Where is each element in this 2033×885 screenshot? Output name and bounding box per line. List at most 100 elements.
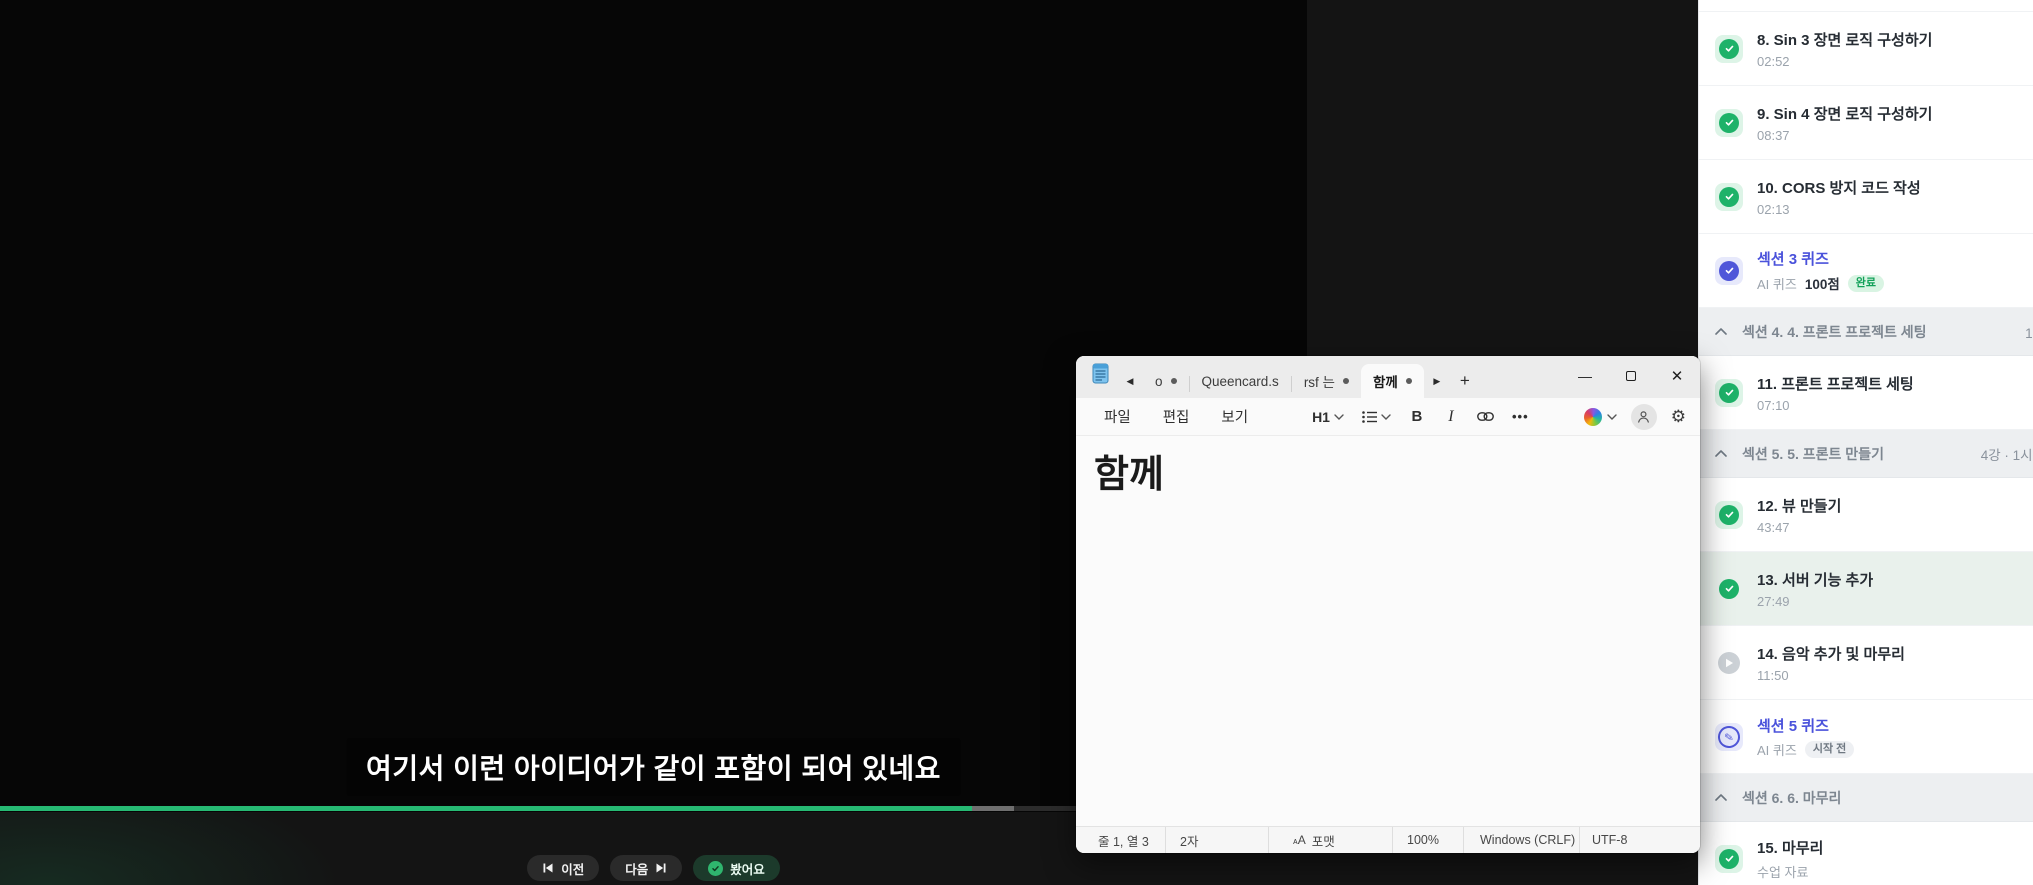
play-icon [1715, 649, 1743, 677]
menu-view[interactable]: 보기 [1207, 400, 1262, 433]
section-header[interactable]: 섹션 4. 4. 프론트 프로젝트 세팅 1강 [1699, 308, 2033, 356]
tab[interactable]: o [1143, 364, 1189, 398]
lecture-duration: 수업 자료 [1757, 864, 1809, 880]
lecture-duration: 43:47 [1757, 519, 1790, 535]
lecture-row[interactable]: 13. 서버 기능 추가 27:49 [1699, 552, 2033, 626]
lecture-title: 8. Sin 3 장면 로직 구성하기 [1757, 31, 1933, 49]
tab[interactable]: Queencard.s [1190, 364, 1291, 398]
tab-active[interactable]: 함께 [1360, 364, 1424, 398]
quiz-pencil-icon: ✎ [1715, 722, 1743, 751]
lecture-row[interactable]: 14. 음악 추가 및 마무리 11:50 [1699, 626, 2033, 700]
section-meta: 1강 [2025, 325, 2033, 341]
lecture-title: 10. CORS 방지 코드 작성 [1757, 179, 1921, 197]
statusbar-segment: 줄 1, 열 3 [1076, 827, 1166, 853]
lecture-title: 11. 프론트 프로젝트 세팅 [1757, 375, 1914, 393]
account-icon[interactable] [1630, 403, 1657, 430]
tab-scroll-left-icon[interactable]: ◀ [1117, 364, 1143, 398]
completed-check-icon [1715, 500, 1743, 529]
section-header[interactable]: 섹션 6. 6. 마무리 [1699, 774, 2033, 822]
quiz-check-icon [1715, 256, 1743, 285]
tab[interactable]: rsf 는 [1292, 364, 1361, 398]
close-button[interactable]: ✕ [1654, 356, 1700, 396]
menu-edit[interactable]: 편집 [1149, 400, 1204, 433]
screen: 여기서 이런 아이디어가 같이 포함이 되어 있네요 이전 다음 봤어요 8. … [0, 0, 2033, 885]
lecture-duration: 11:50 [1757, 667, 1789, 683]
quiz-row[interactable]: 섹션 3 퀴즈 AI 퀴즈 100점 완료 [1699, 234, 2033, 308]
lecture-row[interactable]: 11. 프론트 프로젝트 세팅 07:10 [1699, 356, 2033, 430]
tab-scroll-right-icon[interactable]: ▶ [1424, 364, 1450, 398]
unsaved-dot-icon [1342, 378, 1349, 384]
player-controls: 이전 다음 봤어요 [0, 855, 1307, 881]
tab-strip: o Queencard.s rsf 는 함께 [1143, 364, 1424, 398]
notepad-window: ◀ o Queencard.s rsf 는 함께 ▶ + — ✕ 파일 편집 보기 H… [1076, 356, 1700, 853]
completed-check-icon [1715, 108, 1743, 137]
lecture-row[interactable]: 15. 마무리 수업 자료 [1699, 822, 2033, 885]
chevron-down-icon [1334, 413, 1344, 420]
next-lecture-button[interactable]: 다음 [610, 855, 683, 881]
format-toolbar: H1 B I ••• [1306, 403, 1535, 431]
copilot-dropdown[interactable] [1583, 407, 1617, 426]
link-icon [1477, 412, 1494, 421]
watched-check-icon [708, 860, 724, 876]
lecture-row[interactable]: 9. Sin 4 장면 로직 구성하기 08:37 [1699, 86, 2033, 160]
chevron-up-icon [1715, 328, 1727, 335]
subtitle-text: 여기서 이런 아이디어가 같이 포함이 되어 있네요 [366, 753, 941, 784]
status-badge: 완료 [1847, 274, 1885, 292]
notepad-app-icon [1092, 363, 1109, 389]
lecture-title: 13. 서버 기능 추가 [1757, 571, 1874, 589]
link-button[interactable] [1471, 403, 1500, 431]
more-options-button[interactable]: ••• [1506, 403, 1535, 431]
tab-label: 함께 [1372, 375, 1398, 390]
lecture-title: 12. 뷰 만들기 [1757, 497, 1842, 515]
lecture-row[interactable]: 12. 뷰 만들기 43:47 [1699, 478, 2033, 552]
curriculum-sidebar: 8. Sin 3 장면 로직 구성하기 02:52 9. Sin 4 장면 로직… [1698, 0, 2033, 885]
completed-check-icon [1715, 34, 1743, 63]
statusbar-segment: UTF-8 [1592, 833, 1628, 847]
status-badge: 시작 전 [1804, 740, 1855, 758]
document-text: 함께 [1094, 454, 1164, 496]
copilot-icon [1583, 407, 1602, 426]
menubar-right-tools: ⚙ [1583, 403, 1686, 430]
new-tab-button[interactable]: + [1450, 364, 1480, 398]
subtitle-box: 여기서 이런 아이디어가 같이 포함이 되어 있네요 [346, 738, 961, 796]
quiz-type-label: AI 퀴즈 [1757, 742, 1797, 758]
quiz-title: 섹션 3 퀴즈 [1757, 251, 1829, 268]
menu-file[interactable]: 파일 [1090, 400, 1145, 433]
chevron-down-icon [1381, 413, 1391, 420]
section-header[interactable]: 섹션 5. 5. 프론트 만들기 4강 · 1시간 [1699, 430, 2033, 478]
previous-label: 이전 [561, 862, 585, 877]
bold-button[interactable]: B [1403, 403, 1431, 431]
heading-style-dropdown[interactable]: H1 [1306, 403, 1350, 431]
section-meta: 4강 · 1시간 [1980, 447, 2033, 463]
previous-lecture-button[interactable]: 이전 [527, 855, 600, 881]
lecture-title: 15. 마무리 [1757, 839, 1824, 857]
notepad-menubar: 파일 편집 보기 H1 B I ••• ⚙ [1076, 398, 1700, 436]
lecture-title: 9. Sin 4 장면 로직 구성하기 [1757, 105, 1933, 123]
chevron-up-icon [1715, 450, 1727, 457]
list-dropdown[interactable] [1356, 403, 1397, 431]
lecture-row[interactable]: 8. Sin 3 장면 로직 구성하기 02:52 [1699, 12, 2033, 86]
notepad-titlebar[interactable]: ◀ o Queencard.s rsf 는 함께 ▶ + — ✕ [1076, 356, 1700, 398]
minimize-button[interactable]: — [1562, 356, 1608, 396]
quiz-row[interactable]: ✎ 섹션 5 퀴즈 AI 퀴즈 시작 전 [1699, 700, 2033, 774]
chevron-up-icon [1715, 794, 1727, 801]
unsaved-dot-icon [1405, 378, 1412, 384]
window-controls: — ✕ [1562, 356, 1700, 396]
next-label: 다음 [625, 862, 649, 877]
section-title: 섹션 4. 4. 프론트 프로젝트 세팅 [1742, 323, 1927, 340]
completed-check-icon [1715, 182, 1743, 211]
curriculum-list: 8. Sin 3 장면 로직 구성하기 02:52 9. Sin 4 장면 로직… [1699, 12, 2033, 885]
completed-check-icon [1715, 844, 1743, 873]
chevron-down-icon [1607, 413, 1617, 420]
statusbar-segment: 100% [1393, 827, 1464, 853]
lecture-row[interactable]: 10. CORS 방지 코드 작성 02:13 [1699, 160, 2033, 234]
tab-label: Queencard.s [1201, 373, 1279, 389]
quiz-score: 100점 [1804, 277, 1840, 292]
watched-button[interactable]: 봤어요 [693, 855, 780, 881]
tab-label: rsf 는 [1303, 375, 1335, 390]
quiz-type-label: AI 퀴즈 [1757, 276, 1797, 292]
notepad-editor[interactable]: 함께 [1076, 436, 1700, 826]
settings-gear-icon[interactable]: ⚙ [1671, 407, 1686, 427]
italic-button[interactable]: I [1437, 403, 1465, 431]
maximize-button[interactable] [1608, 356, 1654, 396]
